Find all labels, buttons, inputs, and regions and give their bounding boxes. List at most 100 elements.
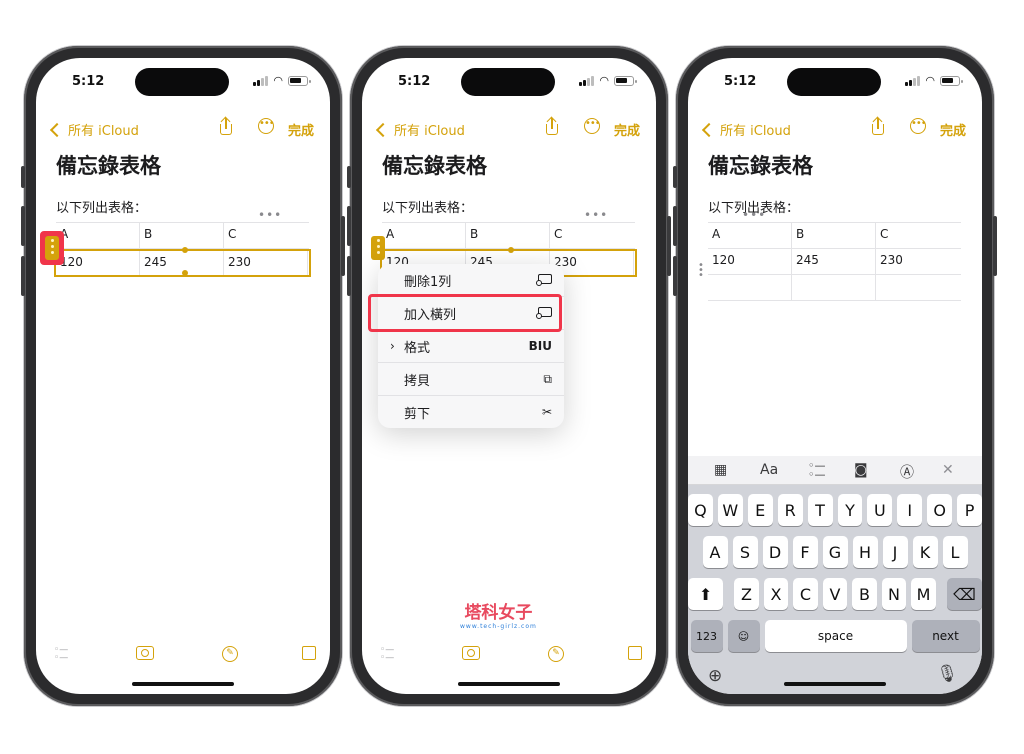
key[interactable]: D <box>762 536 788 568</box>
more-icon[interactable]: ••• <box>258 118 275 134</box>
key[interactable]: A <box>702 536 728 568</box>
markup-icon[interactable]: ✎ <box>548 646 564 662</box>
table-cell[interactable]: A <box>708 223 792 248</box>
note-title[interactable]: 備忘錄表格 <box>382 150 487 180</box>
table-cell[interactable] <box>708 275 792 300</box>
table-row-new[interactable] <box>708 275 961 301</box>
column-handle-icon[interactable]: ••• <box>742 208 766 222</box>
key[interactable]: S <box>732 536 758 568</box>
table-header-row[interactable]: A B C <box>382 223 635 249</box>
table-header-row[interactable]: A B C <box>708 223 961 249</box>
share-icon[interactable] <box>218 116 234 136</box>
row-handle-icon[interactable]: • • • <box>698 261 704 281</box>
key[interactable]: U <box>867 494 893 526</box>
menu-item-cut[interactable]: 剪下 ✂ <box>378 396 564 428</box>
key[interactable]: C <box>793 578 818 610</box>
share-icon[interactable] <box>544 116 560 136</box>
table-cell[interactable]: 230 <box>224 251 308 275</box>
key[interactable]: W <box>717 494 743 526</box>
key[interactable]: X <box>763 578 789 610</box>
key[interactable]: H <box>852 536 878 568</box>
selection-knob[interactable] <box>182 247 188 253</box>
key[interactable]: Z <box>734 578 759 610</box>
done-button[interactable]: 完成 <box>288 120 314 139</box>
next-key[interactable]: next <box>911 620 980 652</box>
selection-knob[interactable] <box>508 247 514 253</box>
column-handle-icon[interactable]: ••• <box>584 208 608 222</box>
menu-item-format[interactable]: › 格式 BIU <box>378 330 564 363</box>
table-cell[interactable] <box>876 275 960 300</box>
menu-item-delete-row[interactable]: 刪除1列 <box>378 264 564 297</box>
key[interactable]: R <box>777 494 803 526</box>
table-cell[interactable]: 245 <box>792 249 876 274</box>
table-cell[interactable]: B <box>792 223 876 248</box>
emoji-key[interactable]: ☺ <box>727 620 760 652</box>
markup-icon[interactable]: ✎ <box>222 646 238 662</box>
microphone-icon[interactable]: 🎙 <box>936 664 958 684</box>
table-icon[interactable]: ▦ <box>714 462 727 478</box>
table-cell[interactable]: 230 <box>876 249 960 274</box>
row-handle[interactable] <box>371 236 385 260</box>
back-button[interactable]: 所有 iCloud <box>375 120 465 139</box>
camera-icon[interactable] <box>136 646 154 660</box>
table-cell[interactable]: 120 <box>56 251 140 275</box>
key[interactable]: I <box>897 494 923 526</box>
compose-icon[interactable] <box>302 646 316 660</box>
note-title[interactable]: 備忘錄表格 <box>56 150 161 180</box>
selection-knob[interactable] <box>182 270 188 276</box>
markup-icon[interactable]: Ⓐ <box>900 462 914 482</box>
more-icon[interactable]: ••• <box>584 118 601 134</box>
table-cell[interactable]: C <box>224 223 308 248</box>
table-header-row[interactable]: A B C <box>56 223 309 249</box>
key[interactable]: O <box>927 494 953 526</box>
numbers-key[interactable]: 123 <box>690 620 723 652</box>
close-icon[interactable]: ✕ <box>942 462 954 478</box>
compose-icon[interactable] <box>628 646 642 660</box>
table-row[interactable]: 120 245 230 <box>708 249 961 275</box>
column-handle-icon[interactable]: ••• <box>258 208 282 222</box>
table-row-selected[interactable]: 120 245 230 <box>54 247 311 277</box>
note-body[interactable]: 以下列出表格： <box>382 197 473 216</box>
key[interactable]: L <box>942 536 968 568</box>
shift-key[interactable]: ⬆ <box>688 578 724 610</box>
back-button[interactable]: 所有 iCloud <box>49 120 139 139</box>
checklist-icon[interactable]: ◦— ◦— <box>54 646 68 663</box>
back-button[interactable]: 所有 iCloud <box>701 120 791 139</box>
share-icon[interactable] <box>870 116 886 136</box>
table-cell[interactable]: B <box>140 223 224 248</box>
key[interactable]: K <box>912 536 938 568</box>
table-cell[interactable]: 120 <box>708 249 792 274</box>
key[interactable]: F <box>792 536 818 568</box>
key[interactable]: Y <box>837 494 863 526</box>
key[interactable]: J <box>882 536 908 568</box>
globe-icon[interactable]: ⊕ <box>708 666 722 686</box>
key[interactable]: N <box>881 578 907 610</box>
notes-table[interactable]: A B C 120 245 230 <box>708 222 961 301</box>
table-cell[interactable]: C <box>550 223 634 248</box>
delete-key[interactable]: ⌫ <box>946 578 982 610</box>
note-body[interactable]: 以下列出表格： <box>56 197 147 216</box>
key[interactable]: Q <box>688 494 713 526</box>
key[interactable]: P <box>957 494 982 526</box>
space-key[interactable]: space <box>764 620 907 652</box>
key[interactable]: E <box>747 494 773 526</box>
key[interactable]: B <box>852 578 877 610</box>
table-cell[interactable]: A <box>56 223 140 248</box>
menu-item-copy[interactable]: 拷貝 ⧉ <box>378 363 564 396</box>
notes-table[interactable]: A B C 120 245 230 <box>54 222 311 277</box>
done-button[interactable]: 完成 <box>940 120 966 139</box>
table-cell[interactable]: B <box>466 223 550 248</box>
table-cell[interactable]: C <box>876 223 960 248</box>
table-cell[interactable] <box>792 275 876 300</box>
format-text-button[interactable]: Aa <box>760 462 778 478</box>
more-icon[interactable]: ••• <box>910 118 927 134</box>
note-title[interactable]: 備忘錄表格 <box>708 150 813 180</box>
key[interactable]: V <box>822 578 848 610</box>
camera-icon[interactable] <box>462 646 480 660</box>
key[interactable]: G <box>822 536 848 568</box>
checklist-icon[interactable]: ◦— ◦— <box>808 460 826 480</box>
key[interactable]: M <box>911 578 936 610</box>
row-handle[interactable] <box>45 236 59 260</box>
key[interactable]: T <box>807 494 833 526</box>
done-button[interactable]: 完成 <box>614 120 640 139</box>
